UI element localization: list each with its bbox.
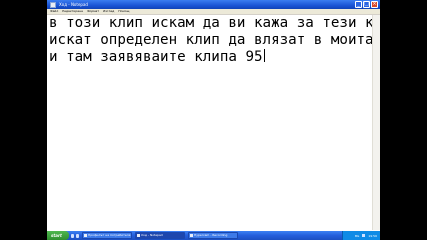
window-title: Ход - Notepad xyxy=(59,2,88,7)
editor-line-3-text: и там заявяваите клипа 95 xyxy=(49,49,263,65)
menu-view[interactable]: Изглед xyxy=(103,9,114,14)
menu-help[interactable]: Помощ xyxy=(118,9,129,14)
clock: 19:56 xyxy=(368,233,377,238)
quick-launch-icon[interactable] xyxy=(76,233,79,238)
text-caret xyxy=(263,49,265,62)
maximize-button[interactable]: □ xyxy=(363,1,370,8)
tray-icon[interactable] xyxy=(362,234,366,237)
editor-line-3: и там заявяваите клипа 95 xyxy=(49,49,265,66)
vertical-scrollbar[interactable] xyxy=(372,15,380,230)
editor-line-1: в този клип искам да ви кажа за тези кои… xyxy=(49,15,380,31)
menu-file[interactable]: Файл xyxy=(50,9,58,14)
taskbar-item-profile[interactable]: Профилът на потребителя xyxy=(82,232,132,239)
taskbar: start Профилът на потребителя Ход - Note… xyxy=(47,231,380,240)
notepad-icon xyxy=(50,1,56,8)
close-button[interactable]: × xyxy=(371,1,378,8)
taskbar-item-notepad[interactable]: Ход - Notepad xyxy=(135,232,185,239)
minimize-button[interactable]: _ xyxy=(355,1,362,8)
editor-line-2: искат определен клип да влязат в моита г… xyxy=(49,32,374,48)
system-tray: BG 19:56 xyxy=(342,231,380,240)
language-indicator[interactable]: BG xyxy=(355,234,359,238)
menu-edit[interactable]: Редактиране xyxy=(62,9,83,14)
window-controls: _ □ × xyxy=(355,1,378,8)
quick-launch-icon[interactable] xyxy=(71,233,74,238)
text-editor[interactable]: в този клип искам да ви кажа за тези кои… xyxy=(47,15,380,230)
start-button[interactable]: start xyxy=(47,231,69,240)
taskbar-item-hypercam[interactable]: Hypercam - Recording xyxy=(188,232,238,239)
desktop-screen: Ход - Notepad _ □ × Файл Редактиране Фор… xyxy=(47,0,380,240)
notepad-titlebar[interactable]: Ход - Notepad _ □ × xyxy=(47,0,380,9)
menu-format[interactable]: Формат xyxy=(87,9,99,14)
